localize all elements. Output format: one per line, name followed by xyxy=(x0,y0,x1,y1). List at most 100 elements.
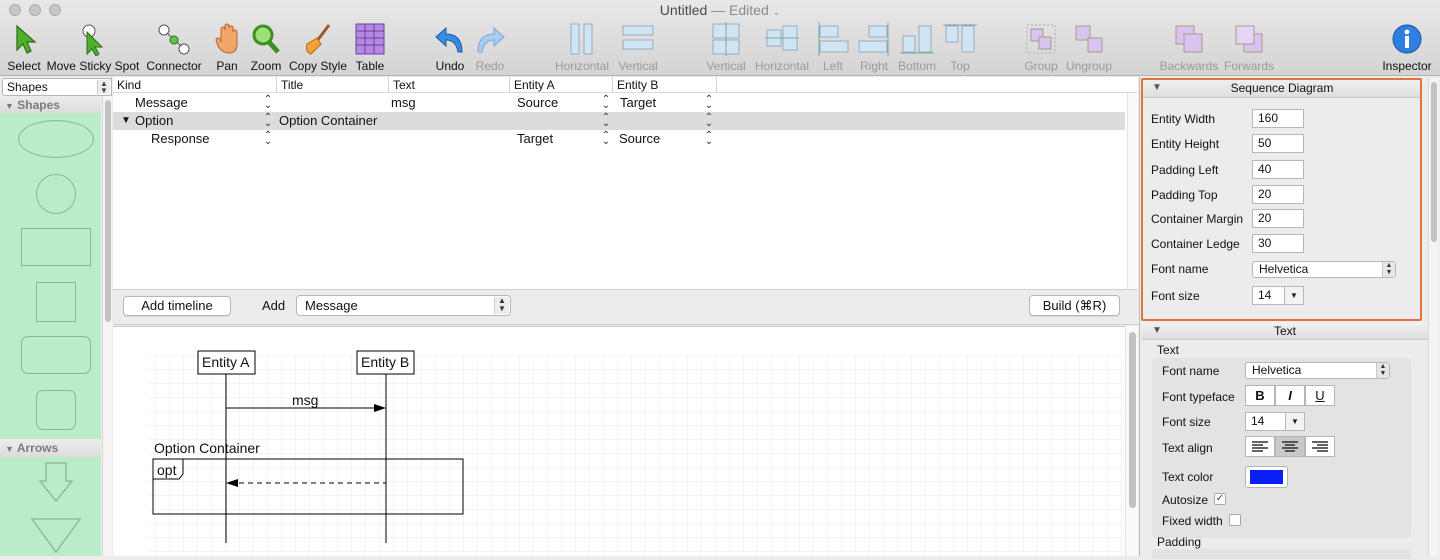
circle-shape[interactable] xyxy=(36,174,76,214)
build-button[interactable]: Build (⌘R) xyxy=(1029,295,1120,316)
library-selector[interactable]: Shapes ▲ ▼ xyxy=(2,78,112,96)
align-left-text-button[interactable] xyxy=(1245,436,1275,457)
window-title: Untitled — Edited ⌄ xyxy=(659,2,781,18)
align-center-text-button[interactable] xyxy=(1275,436,1305,457)
add-kind-select[interactable]: Message ▲ ▼ xyxy=(296,295,511,316)
stepper-icon[interactable]: ⌃ ⌄ xyxy=(601,131,611,151)
stepper-icon[interactable]: ⌃ ⌄ xyxy=(263,131,273,151)
column-header-entity-a[interactable]: Entity A xyxy=(510,77,613,93)
pan-tool-button[interactable]: Pan xyxy=(210,22,244,73)
align-right-button[interactable]: Right xyxy=(856,22,892,73)
kind-cell[interactable]: Option xyxy=(135,112,173,130)
align-center-text-icon xyxy=(1282,441,1298,452)
connector-tool-button[interactable]: Connector xyxy=(144,22,204,73)
connector-icon xyxy=(158,24,190,55)
arrows-section-header[interactable]: ▼ Arrows xyxy=(0,440,101,457)
column-header-text[interactable]: Text xyxy=(389,77,510,93)
rectangle-shape[interactable] xyxy=(21,228,91,266)
entity-b-cell[interactable]: Source xyxy=(619,130,660,148)
text-section-header[interactable]: ▼ Text xyxy=(1142,322,1428,340)
table-grid-icon xyxy=(355,23,385,55)
bring-forwards-button[interactable]: Forwards xyxy=(1222,22,1276,73)
align-horizontal-button[interactable]: Horizontal xyxy=(552,22,612,73)
color-swatch xyxy=(1250,470,1283,484)
align-vertical-button[interactable]: Vertical xyxy=(614,22,662,73)
add-timeline-button[interactable]: Add timeline xyxy=(123,296,231,316)
table-row[interactable]: Message ⌃ ⌄ msg Source ⌃ ⌄ Target ⌃ ⌄ xyxy=(113,94,1125,112)
ungroup-button[interactable]: Ungroup xyxy=(1064,22,1114,73)
distribute-vertical-button[interactable]: Vertical xyxy=(704,22,748,73)
text-font-name-select[interactable]: Helvetica ▲ ▼ xyxy=(1245,362,1390,379)
text-cell[interactable]: msg xyxy=(391,94,416,112)
down-arrow-shape xyxy=(38,462,74,503)
undo-button[interactable]: Undo xyxy=(432,22,468,73)
container-tag: opt xyxy=(157,462,177,478)
bold-button[interactable]: B xyxy=(1245,385,1275,406)
text-font-size-combo[interactable]: 14 ▼ xyxy=(1245,412,1305,431)
inspector-button[interactable]: Inspector xyxy=(1380,22,1434,73)
entity-a-cell[interactable]: Target xyxy=(517,130,553,148)
select-arrow-icon xyxy=(16,24,37,54)
send-backwards-button[interactable]: Backwards xyxy=(1158,22,1220,73)
forwards-icon xyxy=(1235,25,1263,53)
kind-cell[interactable]: Message xyxy=(135,94,188,112)
rounded-rectangle-shape[interactable] xyxy=(21,336,91,374)
align-left-text-icon xyxy=(1252,441,1268,452)
column-header-kind[interactable]: Kind xyxy=(113,77,277,93)
updown-chevron-icon: ▲ ▼ xyxy=(494,297,509,314)
ungroup-icon xyxy=(1075,25,1103,53)
align-left-button[interactable]: Left xyxy=(816,22,850,73)
align-right-icon xyxy=(858,22,889,56)
column-header-entity-b[interactable]: Entity B xyxy=(613,77,717,93)
italic-button[interactable]: I xyxy=(1275,385,1305,406)
shapes-section-header[interactable]: ▼ Shapes xyxy=(0,97,101,113)
align-vertical-icon xyxy=(622,25,654,50)
entity-b-cell[interactable]: Target xyxy=(620,94,656,112)
diagram-canvas[interactable]: Entity A Entity B msg Option Container o… xyxy=(113,326,1125,557)
autosize-label: Autosize xyxy=(1162,493,1209,507)
align-left-icon xyxy=(818,22,849,56)
underline-button[interactable]: U xyxy=(1305,385,1335,406)
hand-icon xyxy=(215,23,238,54)
inspector-scrollbar[interactable] xyxy=(1428,78,1439,556)
copy-style-button[interactable]: Copy Style xyxy=(288,22,348,73)
align-right-text-button[interactable] xyxy=(1305,436,1335,457)
fixed-width-label: Fixed width xyxy=(1162,514,1223,528)
arrow-shapes xyxy=(30,462,82,554)
autosize-checkbox[interactable]: ✓ xyxy=(1214,493,1226,505)
select-tool-button[interactable]: Select xyxy=(4,22,44,73)
square-shape[interactable] xyxy=(36,282,76,322)
title-cell[interactable]: Option Container xyxy=(279,112,377,130)
align-top-button[interactable]: Top xyxy=(942,22,978,73)
table-tool-button[interactable]: Table xyxy=(352,22,388,73)
move-sticky-spot-button[interactable]: Move Sticky Spot xyxy=(46,22,140,73)
dropdown-arrow-icon[interactable]: ▼ xyxy=(1285,413,1304,430)
disclosure-triangle-icon[interactable]: ▼ xyxy=(121,112,131,130)
table-row-selected[interactable]: ▼ Option ⌃ ⌄ Option Container ⌃ ⌄ ⌃ ⌄ xyxy=(113,112,1125,130)
table-row[interactable]: Response ⌃ ⌄ Target ⌃ ⌄ Source ⌃ ⌄ xyxy=(113,130,1125,148)
disclosure-triangle-icon: ▼ xyxy=(1152,325,1162,336)
table-scrollbar[interactable] xyxy=(1127,93,1138,289)
text-color-well[interactable] xyxy=(1245,466,1288,488)
text-font-size-label: Font size xyxy=(1162,415,1211,429)
rounded-square-shape[interactable] xyxy=(36,390,76,430)
align-right-text-icon xyxy=(1312,441,1328,452)
entity-a-cell[interactable]: Source xyxy=(517,94,558,112)
column-header-title[interactable]: Title xyxy=(277,77,389,93)
stepper-icon[interactable]: ⌃ ⌄ xyxy=(704,131,714,151)
canvas-scrollbar[interactable] xyxy=(1125,326,1138,556)
info-icon xyxy=(1392,24,1422,54)
group-button[interactable]: Group xyxy=(1022,22,1060,73)
padding-group-label: Padding xyxy=(1157,535,1202,549)
align-bottom-icon xyxy=(900,25,934,54)
distribute-horizontal-button[interactable]: Horizontal xyxy=(752,22,812,73)
zoom-tool-button[interactable]: Zoom xyxy=(248,22,284,73)
padding-group-box xyxy=(1152,549,1411,559)
fixed-width-checkbox[interactable] xyxy=(1229,514,1241,526)
align-bottom-button[interactable]: Bottom xyxy=(896,22,938,73)
kind-cell[interactable]: Response xyxy=(151,130,210,148)
redo-button[interactable]: Redo xyxy=(472,22,508,73)
library-scrollbar[interactable] xyxy=(102,96,112,556)
ellipse-shape[interactable] xyxy=(18,120,94,158)
redo-arrow-icon xyxy=(477,26,505,53)
